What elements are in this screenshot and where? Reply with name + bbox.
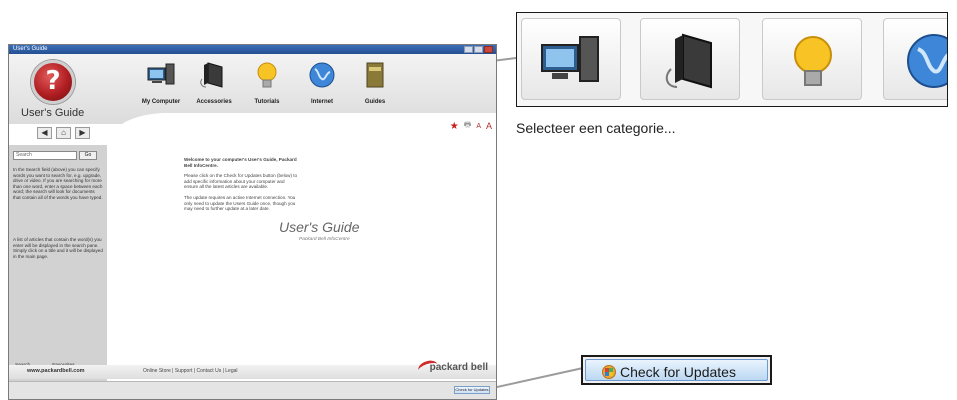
search-row: Search Go [13, 151, 97, 160]
globe-icon [309, 62, 335, 88]
home-icon[interactable]: ⌂ [56, 127, 71, 139]
windows-shield-icon [602, 365, 616, 379]
forward-arrow-icon[interactable]: ▶ [75, 127, 90, 139]
callout-caption: Selecteer een categorie... [516, 120, 676, 136]
zoom-category-internet[interactable] [883, 18, 947, 100]
search-sidebar: Search Go In the Search field (above) yo… [9, 145, 107, 387]
category-accessories[interactable]: Accessories [184, 59, 244, 105]
website-link[interactable]: www.packardbell.com [27, 368, 85, 374]
welcome-paragraph: Please click on the Check for Updates bu… [184, 173, 298, 190]
category-label: Tutorials [254, 99, 280, 105]
users-guide-subtitle: Packard Bell InfoCentre [299, 237, 350, 242]
logo-title: User's Guide [21, 107, 85, 119]
welcome-text: Welcome to your computer's User's Guide,… [184, 157, 299, 217]
status-bar: Check for Updates [9, 381, 496, 399]
title-bar: User's Guide [9, 45, 496, 54]
print-icon[interactable]: 🖶 [464, 119, 472, 133]
hard-drive-icon [665, 33, 712, 89]
category-label: Guides [364, 99, 386, 105]
zoom-category-accessories[interactable] [640, 18, 740, 100]
search-input[interactable]: Search [13, 151, 77, 160]
search-help-text: In the Search field (above) you can spec… [13, 167, 103, 200]
brand-logo: packard bell [429, 362, 488, 373]
category-label: Internet [310, 99, 333, 105]
favourite-star-icon[interactable]: ★ [450, 121, 459, 132]
zoom-category-my-computer[interactable] [521, 18, 621, 100]
content-toolbar: ★ 🖶 A A [450, 119, 492, 133]
window-title: User's Guide [13, 46, 48, 52]
content-header-curve [107, 113, 496, 145]
footer-links[interactable]: Online Store | Support | Contact Us | Le… [143, 368, 238, 374]
category-zoom-panel [516, 12, 948, 107]
check-updates-button-small[interactable]: Check for Updates [454, 386, 490, 394]
books-icon [366, 62, 384, 88]
font-larger-icon[interactable]: A [486, 121, 492, 131]
category-tutorials[interactable]: Tutorials [237, 59, 297, 105]
welcome-heading: Welcome to your computer's User's Guide,… [184, 157, 297, 168]
help-logo-icon: ? [31, 60, 75, 104]
computer-icon [541, 36, 599, 82]
window-controls [464, 46, 493, 53]
check-updates-button-zoomed[interactable]: Check for Updates [581, 355, 772, 385]
close-button[interactable] [484, 46, 493, 53]
go-button[interactable]: Go [79, 151, 97, 160]
results-help-text: A list of articles that contain the word… [13, 237, 103, 259]
button-face: Check for Updates [585, 359, 768, 381]
content-pane [107, 145, 496, 385]
category-label: Accessories [196, 99, 232, 105]
category-my-computer[interactable]: My Computer [131, 59, 191, 105]
category-label: My Computer [141, 99, 181, 105]
globe-icon [907, 34, 947, 88]
navigation-buttons: ◀ ⌂ ▶ [37, 127, 90, 139]
font-smaller-icon[interactable]: A [476, 123, 481, 130]
check-updates-label: Check for Updates [620, 364, 736, 380]
users-guide-window: User's Guide ? User's Guide My Computer … [8, 44, 497, 400]
welcome-paragraph: The update requires an active Internet c… [184, 194, 296, 212]
category-guides[interactable]: Guides [345, 59, 405, 105]
maximize-button[interactable] [474, 46, 483, 53]
zoom-category-tutorials[interactable] [762, 18, 862, 100]
back-arrow-icon[interactable]: ◀ [37, 127, 52, 139]
hard-drive-icon [200, 62, 223, 88]
lightbulb-icon [257, 62, 277, 88]
lightbulb-icon [794, 36, 832, 86]
computer-icon [147, 63, 175, 85]
minimize-button[interactable] [464, 46, 473, 53]
users-guide-heading: User's Guide [279, 219, 360, 235]
footer: www.packardbell.com Online Store | Suppo… [9, 358, 496, 379]
category-internet[interactable]: Internet [292, 59, 352, 105]
